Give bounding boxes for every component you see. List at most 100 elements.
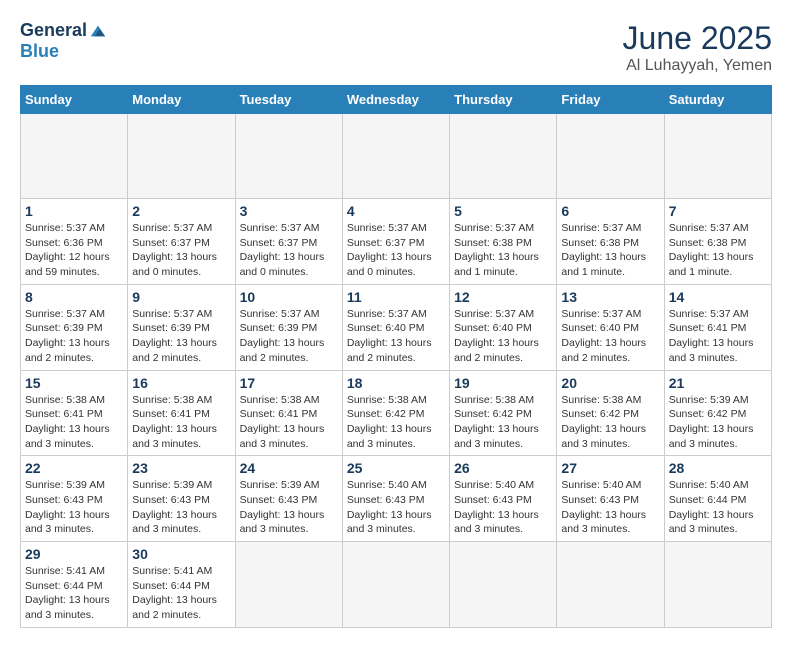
day-number: 25 (347, 460, 445, 476)
calendar-cell: 7Sunrise: 5:37 AMSunset: 6:38 PMDaylight… (664, 199, 771, 285)
calendar-cell (342, 542, 449, 628)
calendar-cell: 28Sunrise: 5:40 AMSunset: 6:44 PMDayligh… (664, 456, 771, 542)
calendar-cell (664, 114, 771, 199)
day-number: 30 (132, 546, 230, 562)
calendar-cell: 13 Sunrise: 5:37 AMSunset: 6:40 PMDayligh… (557, 284, 664, 370)
calendar-cell (450, 542, 557, 628)
day-number: 22 (25, 460, 123, 476)
day-info: Sunrise: 5:40 AMSunset: 6:43 PMDaylight:… (454, 478, 552, 537)
day-info: Sunrise: 5:39 AMSunset: 6:43 PMDaylight:… (25, 478, 123, 537)
calendar-cell: 3Sunrise: 5:37 AMSunset: 6:37 PMDaylight… (235, 199, 342, 285)
day-number: 14 (669, 289, 767, 305)
day-info: Sunrise: 5:40 AMSunset: 6:43 PMDaylight:… (561, 478, 659, 537)
weekday-header-wednesday: Wednesday (342, 86, 449, 114)
day-info: Sunrise: 5:37 AMSunset: 6:38 PMDaylight:… (561, 221, 659, 280)
calendar-cell: 11Sunrise: 5:37 AMSunset: 6:40 PMDayligh… (342, 284, 449, 370)
calendar-cell: 19 Sunrise: 5:38 AMSunset: 6:42 PMDayligh… (450, 370, 557, 456)
day-info: Sunrise: 5:40 AMSunset: 6:43 PMDaylight:… (347, 478, 445, 537)
day-number: 7 (669, 203, 767, 219)
calendar-week-row: 8Sunrise: 5:37 AMSunset: 6:39 PMDaylight… (21, 284, 772, 370)
logo-blue-text: Blue (20, 41, 59, 62)
weekday-header-thursday: Thursday (450, 86, 557, 114)
day-info: Sunrise: 5:38 AMSunset: 6:42 PMDaylight:… (561, 393, 659, 452)
calendar-week-row: 15 Sunrise: 5:38 AMSunset: 6:41 PMDayligh… (21, 370, 772, 456)
weekday-header-friday: Friday (557, 86, 664, 114)
day-number: 12 (454, 289, 552, 305)
calendar-week-row: 1 Sunrise: 5:37 AMSunset: 6:36 PMDaylight… (21, 199, 772, 285)
calendar-cell: 27 Sunrise: 5:40 AMSunset: 6:43 PMDayligh… (557, 456, 664, 542)
day-info: Sunrise: 5:37 AMSunset: 6:39 PMDaylight:… (240, 307, 338, 366)
day-number: 26 (454, 460, 552, 476)
calendar-cell: 5Sunrise: 5:37 AMSunset: 6:38 PMDaylight… (450, 199, 557, 285)
day-info: Sunrise: 5:39 AMSunset: 6:42 PMDaylight:… (669, 393, 767, 452)
day-number: 15 (25, 375, 123, 391)
weekday-header-sunday: Sunday (21, 86, 128, 114)
day-info: Sunrise: 5:41 AMSunset: 6:44 PMDaylight:… (25, 564, 123, 623)
calendar-cell: 20Sunrise: 5:38 AMSunset: 6:42 PMDayligh… (557, 370, 664, 456)
day-info: Sunrise: 5:37 AMSunset: 6:40 PMDaylight:… (561, 307, 659, 366)
calendar-week-row (21, 114, 772, 199)
title-area: June 2025 Al Luhayyah, Yemen (623, 20, 772, 75)
calendar-cell (235, 114, 342, 199)
calendar-cell: 29Sunrise: 5:41 AMSunset: 6:44 PMDayligh… (21, 542, 128, 628)
day-info: Sunrise: 5:37 AMSunset: 6:40 PMDaylight:… (347, 307, 445, 366)
calendar-cell (235, 542, 342, 628)
weekday-header-row: SundayMondayTuesdayWednesdayThursdayFrid… (21, 86, 772, 114)
calendar-week-row: 22 Sunrise: 5:39 AMSunset: 6:43 PMDayligh… (21, 456, 772, 542)
day-number: 18 (347, 375, 445, 391)
weekday-header-saturday: Saturday (664, 86, 771, 114)
day-info: Sunrise: 5:37 AMSunset: 6:38 PMDaylight:… (454, 221, 552, 280)
calendar-cell: 14 Sunrise: 5:37 AMSunset: 6:41 PMDayligh… (664, 284, 771, 370)
calendar-cell: 24Sunrise: 5:39 AMSunset: 6:43 PMDayligh… (235, 456, 342, 542)
calendar-cell (557, 114, 664, 199)
calendar-cell: 10 Sunrise: 5:37 AMSunset: 6:39 PMDayligh… (235, 284, 342, 370)
day-info: Sunrise: 5:39 AMSunset: 6:43 PMDaylight:… (132, 478, 230, 537)
day-number: 23 (132, 460, 230, 476)
calendar-table: SundayMondayTuesdayWednesdayThursdayFrid… (20, 85, 772, 628)
calendar-cell: 21 Sunrise: 5:39 AMSunset: 6:42 PMDayligh… (664, 370, 771, 456)
day-number: 6 (561, 203, 659, 219)
day-info: Sunrise: 5:38 AMSunset: 6:41 PMDaylight:… (132, 393, 230, 452)
day-number: 13 (561, 289, 659, 305)
day-number: 24 (240, 460, 338, 476)
day-info: Sunrise: 5:38 AMSunset: 6:42 PMDaylight:… (454, 393, 552, 452)
day-number: 9 (132, 289, 230, 305)
calendar-cell: 25 Sunrise: 5:40 AMSunset: 6:43 PMDayligh… (342, 456, 449, 542)
month-title: June 2025 (623, 20, 772, 57)
day-number: 1 (25, 203, 123, 219)
day-number: 4 (347, 203, 445, 219)
day-number: 27 (561, 460, 659, 476)
weekday-header-monday: Monday (128, 86, 235, 114)
calendar-cell: 17 Sunrise: 5:38 AMSunset: 6:41 PMDayligh… (235, 370, 342, 456)
day-number: 10 (240, 289, 338, 305)
calendar-cell (342, 114, 449, 199)
day-info: Sunrise: 5:37 AMSunset: 6:40 PMDaylight:… (454, 307, 552, 366)
day-number: 17 (240, 375, 338, 391)
day-info: Sunrise: 5:37 AMSunset: 6:36 PMDaylight:… (25, 221, 123, 280)
page-header: General Blue June 2025 Al Luhayyah, Yeme… (20, 20, 772, 75)
calendar-cell: 26 Sunrise: 5:40 AMSunset: 6:43 PMDayligh… (450, 456, 557, 542)
day-info: Sunrise: 5:38 AMSunset: 6:41 PMDaylight:… (240, 393, 338, 452)
day-number: 16 (132, 375, 230, 391)
calendar-cell: 6 Sunrise: 5:37 AMSunset: 6:38 PMDaylight… (557, 199, 664, 285)
calendar-cell: 15 Sunrise: 5:38 AMSunset: 6:41 PMDayligh… (21, 370, 128, 456)
day-number: 2 (132, 203, 230, 219)
day-number: 28 (669, 460, 767, 476)
day-number: 21 (669, 375, 767, 391)
weekday-header-tuesday: Tuesday (235, 86, 342, 114)
day-info: Sunrise: 5:37 AMSunset: 6:37 PMDaylight:… (240, 221, 338, 280)
day-number: 19 (454, 375, 552, 391)
calendar-cell: 30Sunrise: 5:41 AMSunset: 6:44 PMDayligh… (128, 542, 235, 628)
calendar-cell (664, 542, 771, 628)
logo-general-text: General (20, 20, 87, 41)
calendar-cell (128, 114, 235, 199)
day-info: Sunrise: 5:38 AMSunset: 6:41 PMDaylight:… (25, 393, 123, 452)
day-info: Sunrise: 5:37 AMSunset: 6:41 PMDaylight:… (669, 307, 767, 366)
logo: General Blue (20, 20, 107, 62)
day-info: Sunrise: 5:38 AMSunset: 6:42 PMDaylight:… (347, 393, 445, 452)
day-info: Sunrise: 5:37 AMSunset: 6:39 PMDaylight:… (132, 307, 230, 366)
calendar-cell: 12 Sunrise: 5:37 AMSunset: 6:40 PMDayligh… (450, 284, 557, 370)
location-title: Al Luhayyah, Yemen (623, 57, 772, 75)
calendar-cell: 23 Sunrise: 5:39 AMSunset: 6:43 PMDayligh… (128, 456, 235, 542)
calendar-cell: 4Sunrise: 5:37 AMSunset: 6:37 PMDaylight… (342, 199, 449, 285)
